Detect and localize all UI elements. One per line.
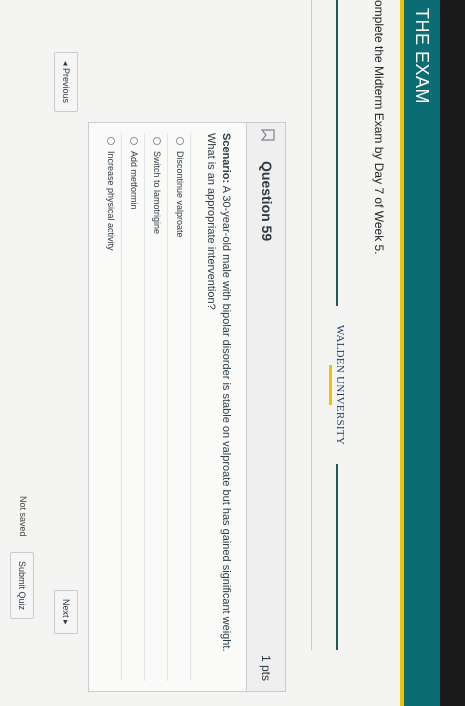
exam-instructions: omplete the Midterm Exam by Day 7 of Wee… — [372, 0, 386, 255]
answer-option[interactable]: Increase physical activity — [99, 133, 122, 681]
answer-label[interactable]: Increase physical activity — [106, 151, 116, 251]
section-divider — [311, 0, 312, 650]
answer-list: Discontinue valproate Switch to lamotrig… — [99, 133, 191, 681]
answer-label[interactable]: Switch to lamotrigine — [152, 151, 162, 234]
quiz-footer: Not saved Submit Quiz — [0, 0, 42, 706]
question-points: 1 pts — [259, 654, 273, 681]
question-body: A 30-year-old male with bipolar disorder… — [205, 133, 232, 652]
exam-header: THE EXAM — [404, 0, 440, 706]
logo-rule-right — [336, 464, 338, 650]
scenario-label: Scenario: — [220, 133, 232, 184]
exam-title: THE EXAM — [412, 8, 432, 105]
logo-rule-left — [336, 0, 338, 306]
radio-button[interactable] — [153, 137, 161, 145]
question-title: Question 59 — [259, 161, 275, 242]
university-logo: WALDEN UNIVERSITY — [329, 312, 346, 458]
radio-button[interactable] — [130, 137, 138, 145]
question-header: Question 59 1 pts — [246, 123, 285, 691]
submit-quiz-button[interactable]: Submit Quiz — [10, 552, 34, 620]
exam-screen: THE EXAM omplete the Midterm Exam by Day… — [0, 0, 440, 706]
question-card: Question 59 1 pts Scenario: A 30-year-ol… — [88, 122, 286, 692]
logo-mark — [329, 365, 332, 405]
radio-button[interactable] — [176, 137, 184, 145]
answer-label[interactable]: Discontinue valproate — [175, 151, 185, 238]
flag-question-icon[interactable] — [261, 129, 275, 141]
answer-option[interactable]: Discontinue valproate — [168, 133, 191, 681]
previous-button[interactable]: ◂ Previous — [54, 52, 78, 113]
question-navigation: ◂ Previous Next ▸ — [44, 0, 84, 706]
answer-option[interactable]: Add metformin — [122, 133, 145, 681]
next-button[interactable]: Next ▸ — [54, 590, 78, 634]
logo-row: WALDEN UNIVERSITY — [322, 0, 346, 706]
answer-label[interactable]: Add metformin — [129, 151, 139, 210]
save-status: Not saved — [18, 496, 28, 537]
university-name: WALDEN UNIVERSITY — [334, 324, 346, 446]
answer-option[interactable]: Switch to lamotrigine — [145, 133, 168, 681]
radio-button[interactable] — [107, 137, 115, 145]
question-text: Scenario: A 30-year-old male with bipola… — [203, 133, 233, 673]
accent-bar — [400, 0, 404, 706]
